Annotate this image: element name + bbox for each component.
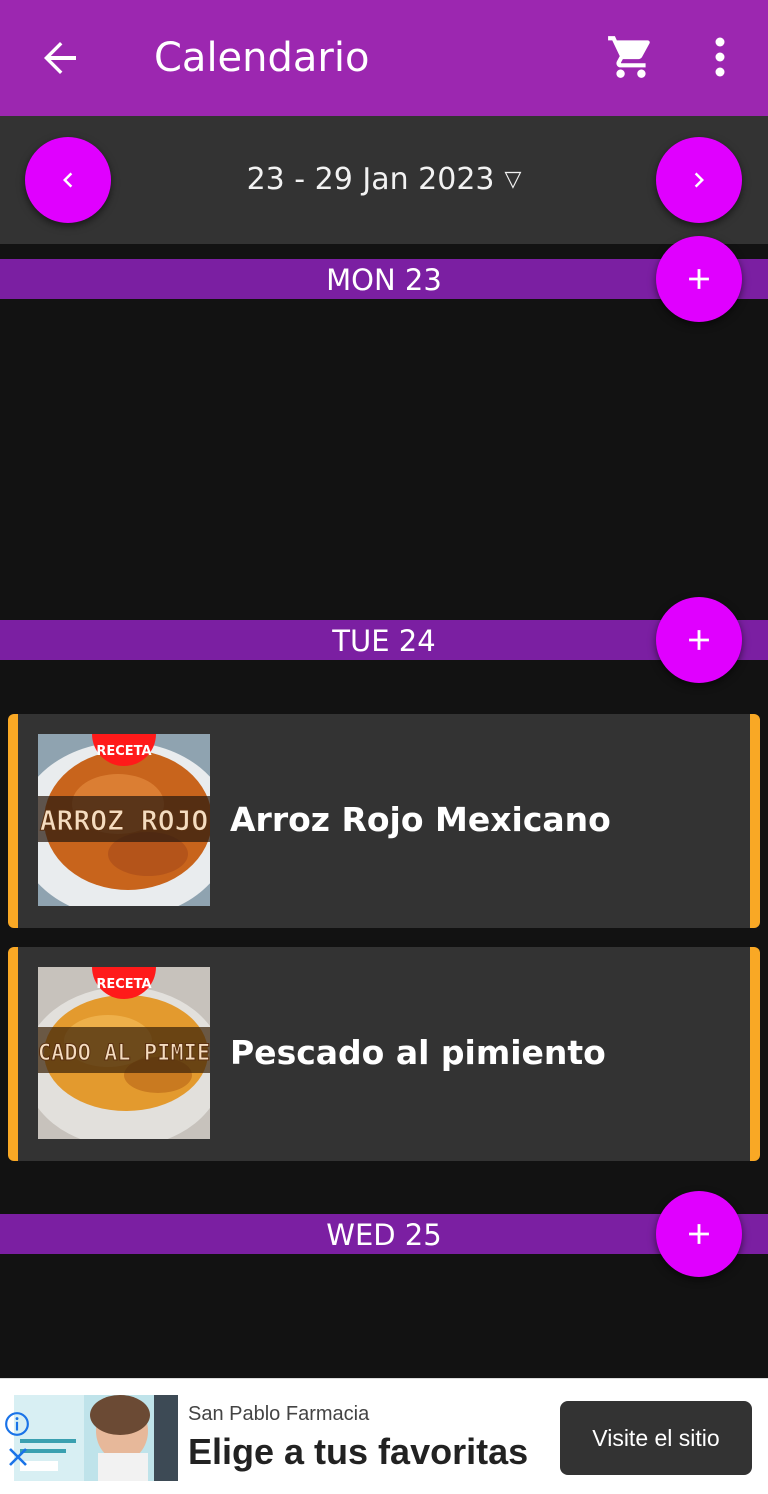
meal-card[interactable]: RECETA ARROZ ROJO Arroz Rojo Mexicano [8, 714, 760, 928]
shopping-cart-icon[interactable] [606, 32, 656, 82]
ad-close-icon[interactable] [6, 1445, 30, 1469]
meal-card[interactable]: RECETA PESCADO AL PIMIENTO Pescado al pi… [8, 947, 760, 1161]
more-vert-icon[interactable] [700, 34, 740, 82]
arrow-back-icon[interactable] [36, 34, 84, 82]
app-bar: Calendario [0, 0, 768, 116]
day-header-tue-24: TUE 24 [0, 620, 768, 660]
week-selector: 23 - 29 Jan 2023 ▽ [0, 116, 768, 244]
add-meal-wed-button[interactable] [656, 1191, 742, 1277]
plus-icon [689, 1224, 709, 1244]
next-week-button[interactable] [656, 137, 742, 223]
recipe-banner: ARROZ ROJO [40, 804, 209, 837]
meal-name: Arroz Rojo Mexicano [230, 800, 611, 839]
recipe-badge: RECETA [96, 744, 151, 759]
dropdown-triangle-icon: ▽ [504, 167, 522, 192]
ad-cta-button[interactable]: Visite el sitio [560, 1401, 752, 1475]
day-header-mon-23: MON 23 [0, 259, 768, 299]
add-meal-mon-button[interactable] [656, 236, 742, 322]
ad-banner[interactable]: San Pablo Farmacia Elige a tus favoritas… [0, 1378, 768, 1494]
plus-icon [689, 269, 709, 289]
add-meal-tue-button[interactable] [656, 597, 742, 683]
recipe-thumbnail: RECETA ARROZ ROJO [38, 734, 210, 906]
recipe-thumbnail: RECETA PESCADO AL PIMIENTO [38, 967, 210, 1139]
meal-name: Pescado al pimiento [230, 1033, 606, 1072]
recipe-badge: RECETA [96, 977, 151, 992]
day-header-wed-25: WED 25 [0, 1214, 768, 1254]
ad-info-icon[interactable] [4, 1411, 30, 1437]
week-range-dropdown[interactable]: 23 - 29 Jan 2023 ▽ [0, 160, 768, 203]
recipe-banner: PESCADO AL PIMIENTO [38, 1041, 210, 1066]
page-title: Calendario [154, 35, 370, 81]
ad-headline: Elige a tus favoritas [188, 1431, 529, 1472]
week-range-label: 23 - 29 Jan 2023 [246, 162, 495, 197]
ad-image [14, 1395, 178, 1481]
chevron-right-icon [694, 172, 704, 188]
plus-icon [689, 630, 709, 650]
ad-advertiser: San Pablo Farmacia [188, 1403, 370, 1425]
